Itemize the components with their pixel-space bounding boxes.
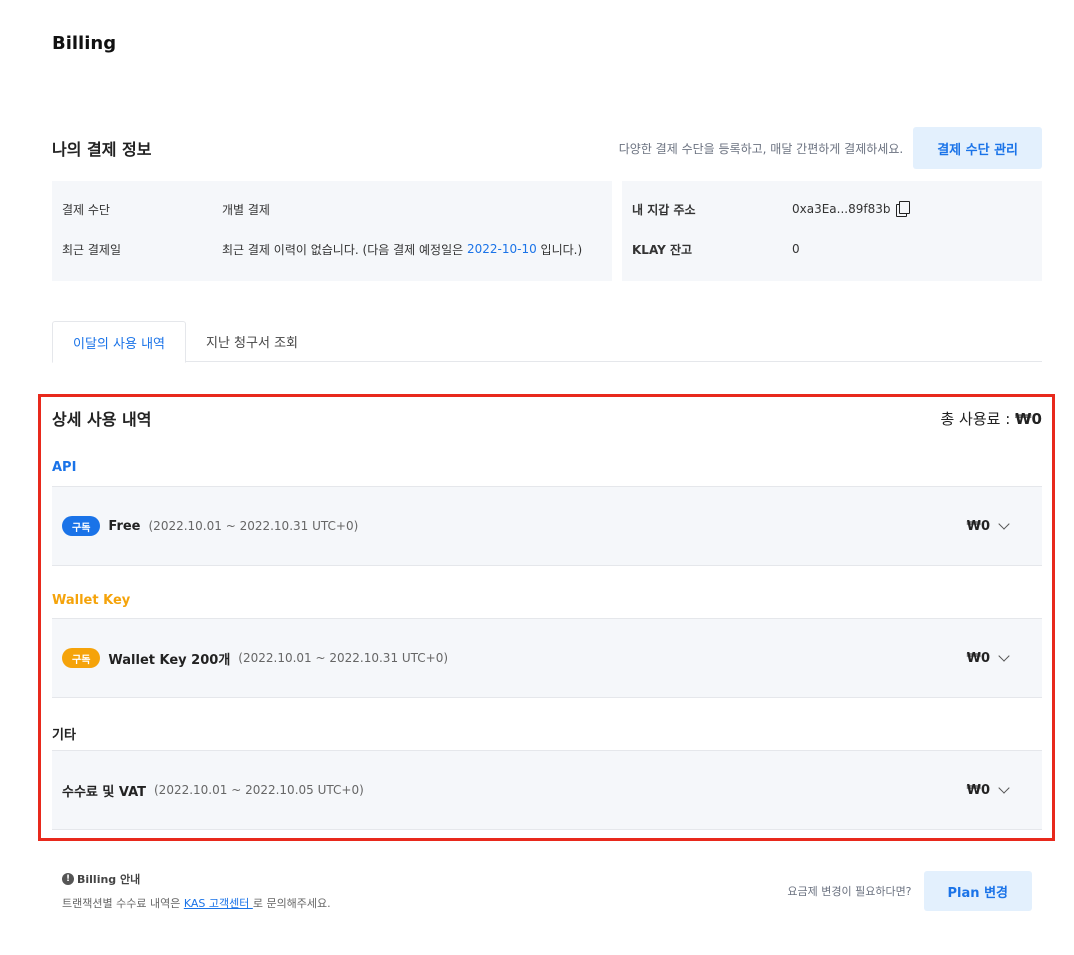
- detail-header: 상세 사용 내역 총 사용료 : ₩0: [52, 404, 1042, 432]
- usage-row-name: Wallet Key 200개: [108, 652, 231, 668]
- klay-label: KLAY 잔고: [632, 242, 693, 257]
- payment-method-panel: 결제 수단 개별 결제 최근 결제일 최근 결제 이력이 없습니다. (다음 결…: [52, 181, 612, 281]
- notice-prefix: 트랜잭션별 수수료 내역은: [62, 897, 184, 910]
- chevron-down-icon[interactable]: [998, 518, 1010, 530]
- payment-info-actions: 다양한 결제 수단을 등록하고, 매달 간편하게 결제하세요. 결제 수단 관리: [619, 127, 1042, 169]
- usage-row-name: 수수료 및 VAT: [62, 784, 146, 800]
- wallet-address: 0xa3Ea...89f83b: [792, 201, 911, 217]
- manage-payment-button[interactable]: 결제 수단 관리: [913, 127, 1042, 169]
- notice-suffix: 로 문의해주세요.: [252, 897, 331, 910]
- last-payment-suffix: 입니다.): [536, 242, 583, 257]
- total-usage: 총 사용료 : ₩0: [940, 408, 1042, 429]
- wallet-label: 내 지갑 주소: [632, 202, 696, 217]
- billing-notice: ! Billing 안내 트랜잭션별 수수료 내역은 KAS 고객센터 로 문의…: [62, 871, 331, 911]
- klay-value: 0: [792, 242, 800, 256]
- billing-notice-text: 트랜잭션별 수수료 내역은 KAS 고객센터 로 문의해주세요.: [62, 895, 331, 911]
- chevron-down-icon[interactable]: [998, 650, 1010, 662]
- plan-change-area: 요금제 변경이 필요하다면? Plan 변경: [787, 871, 1032, 911]
- billing-notice-title: ! Billing 안내: [62, 871, 331, 887]
- billing-notice-title-text: Billing 안내: [77, 873, 141, 886]
- usage-row-wallet-key[interactable]: 구독 Wallet Key 200개 (2022.10.01 ~ 2022.10…: [52, 618, 1042, 698]
- usage-row-amount: ₩0: [966, 782, 990, 798]
- wallet-row: 내 지갑 주소 0xa3Ea...89f83b: [632, 189, 1032, 229]
- last-payment-value: 최근 결제 이력이 없습니다. (다음 결제 예정일은 2022-10-10 입…: [222, 241, 582, 258]
- last-payment-label: 최근 결제일: [62, 242, 122, 257]
- usage-row-api[interactable]: 구독 Free (2022.10.01 ~ 2022.10.31 UTC+0) …: [52, 486, 1042, 566]
- subscription-badge: 구독: [62, 648, 101, 668]
- wallet-address-text: 0xa3Ea...89f83b: [792, 202, 891, 216]
- payment-method-value: 개별 결제: [222, 202, 270, 217]
- category-wallet-key-label: Wallet Key: [52, 593, 131, 608]
- page-title: Billing: [52, 33, 117, 54]
- category-etc-label: 기타: [52, 728, 76, 743]
- tab-this-month[interactable]: 이달의 사용 내역: [52, 321, 186, 363]
- detail-title: 상세 사용 내역: [52, 410, 152, 429]
- last-payment-row: 최근 결제일 최근 결제 이력이 없습니다. (다음 결제 예정일은 2022-…: [62, 229, 602, 269]
- payment-info-title: 나의 결제 정보: [52, 140, 152, 159]
- payment-hint: 다양한 결제 수단을 등록하고, 매달 간편하게 결제하세요.: [618, 141, 904, 156]
- total-value: ₩0: [1015, 409, 1042, 428]
- usage-row-fees[interactable]: 수수료 및 VAT (2022.10.01 ~ 2022.10.05 UTC+0…: [52, 750, 1042, 830]
- usage-row-period: (2022.10.01 ~ 2022.10.05 UTC+0): [154, 783, 364, 797]
- usage-row-amount: ₩0: [966, 650, 990, 666]
- usage-row-period: (2022.10.01 ~ 2022.10.31 UTC+0): [238, 651, 449, 665]
- payment-info-header: 나의 결제 정보 다양한 결제 수단을 등록하고, 매달 간편하게 결제하세요.…: [52, 127, 1042, 169]
- plan-hint: 요금제 변경이 필요하다면?: [787, 885, 912, 898]
- klay-row: KLAY 잔고 0: [632, 229, 1032, 269]
- usage-tabs: 이달의 사용 내역 지난 청구서 조회: [52, 321, 1042, 363]
- chevron-down-icon[interactable]: [998, 782, 1010, 794]
- next-payment-date: 2022-10-10: [466, 242, 537, 256]
- plan-change-button[interactable]: Plan 변경: [923, 871, 1032, 911]
- usage-row-name: Free: [108, 518, 141, 534]
- last-payment-prefix: 최근 결제 이력이 없습니다. (다음 결제 예정일은: [222, 242, 467, 257]
- kas-support-link[interactable]: KAS 고객센터: [184, 897, 253, 910]
- subscription-badge: 구독: [62, 516, 101, 536]
- copy-icon[interactable]: [896, 201, 911, 217]
- category-api-label: API: [52, 460, 77, 475]
- wallet-panel: 내 지갑 주소 0xa3Ea...89f83b KLAY 잔고 0: [622, 181, 1042, 281]
- payment-method-row: 결제 수단 개별 결제: [62, 189, 602, 229]
- payment-method-label: 결제 수단: [62, 202, 110, 217]
- usage-row-period: (2022.10.01 ~ 2022.10.31 UTC+0): [148, 519, 359, 533]
- tab-past-invoices[interactable]: 지난 청구서 조회: [186, 321, 318, 362]
- usage-row-amount: ₩0: [966, 518, 990, 534]
- total-label: 총 사용료 :: [940, 409, 1016, 428]
- info-icon: !: [62, 873, 74, 885]
